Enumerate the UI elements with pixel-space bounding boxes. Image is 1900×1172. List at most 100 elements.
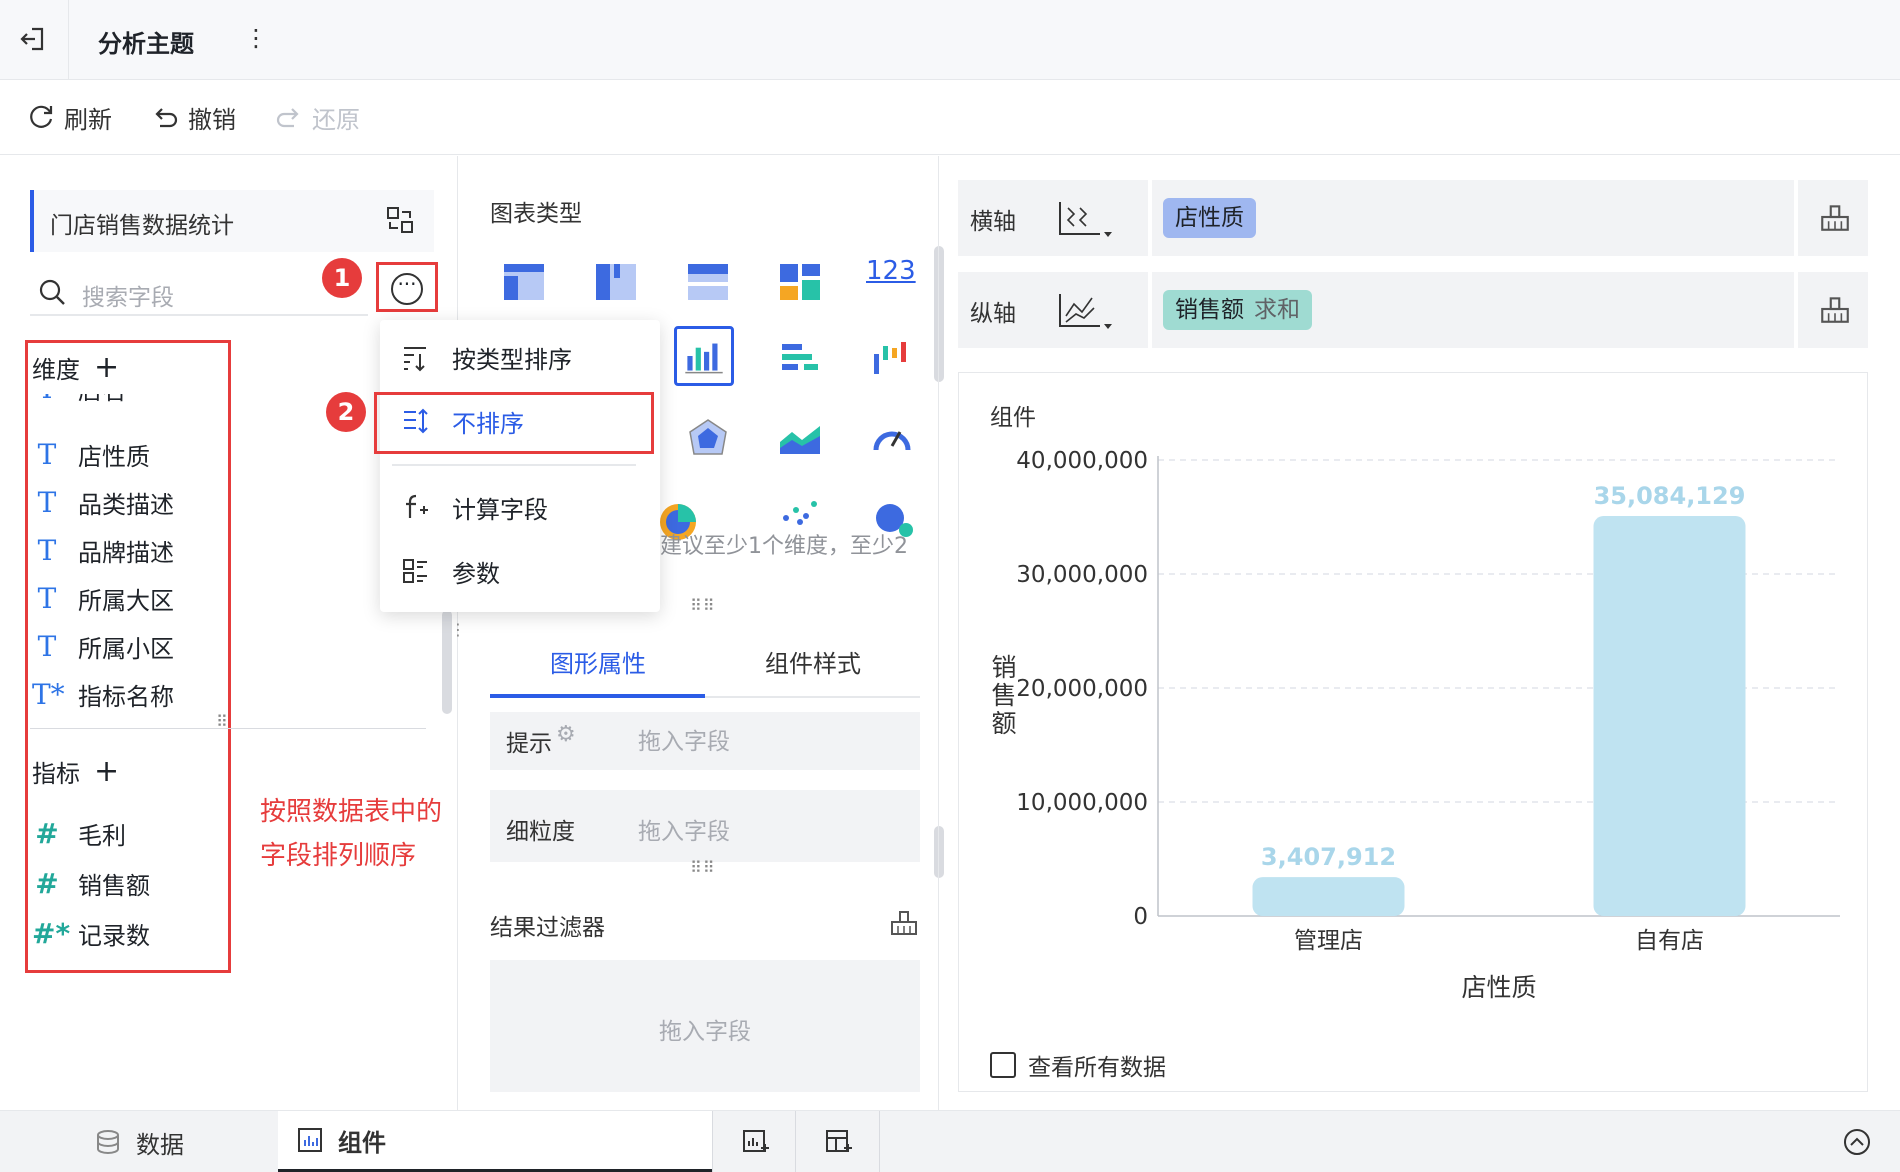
bar [1252, 877, 1405, 916]
field-more-button[interactable]: ··· [376, 262, 438, 312]
search-placeholder: 搜索字段 [82, 285, 174, 311]
add-measure-icon[interactable]: + [94, 754, 119, 789]
chart-type-scrollbar[interactable] [934, 246, 944, 382]
field-item[interactable]: T 品牌描述 [32, 526, 174, 574]
undo-icon [155, 108, 178, 128]
field-item[interactable]: T 所属小区 [32, 622, 174, 670]
tab-label: 组件 [338, 1128, 386, 1157]
menu-item-sort-by-type[interactable]: 按类型排序 [400, 332, 572, 382]
menu-item-calculated-field[interactable]: 计算字段 [400, 482, 548, 532]
field-item[interactable]: T* 指标名称 [32, 670, 174, 718]
refresh-button[interactable]: 刷新 [26, 99, 112, 135]
dashboard-grid-icon[interactable] [774, 256, 826, 308]
detail-table-icon[interactable] [682, 256, 734, 308]
granularity-label: 细粒度 [506, 819, 575, 845]
waterfall-chart-icon[interactable] [866, 334, 918, 386]
field-item[interactable]: T 所属大区 [32, 574, 174, 622]
divider [1794, 180, 1798, 256]
divider [1794, 272, 1798, 348]
search-field[interactable]: 搜索字段 [30, 270, 368, 316]
number-type-icon: # [35, 816, 59, 850]
area-chart-icon[interactable] [774, 414, 826, 466]
data-label: 3,407,912 [1261, 843, 1396, 871]
section-divider [30, 728, 426, 729]
divider [1148, 272, 1152, 348]
view-all-label: 查看所有数据 [1028, 1055, 1166, 1081]
toolbar: 刷新 撤销 还原 [0, 81, 1900, 155]
more-menu-icon[interactable]: ⋮ [244, 24, 268, 52]
clear-y-axis-icon[interactable] [1818, 292, 1852, 326]
calculated-text-icon: T* [32, 677, 65, 711]
active-tab-indicator [490, 694, 705, 698]
resize-handle[interactable]: ⠿⠿ [690, 596, 715, 615]
y-tick-label: 30,000,000 [1016, 562, 1148, 588]
resize-handle[interactable]: ⠿⠿ [690, 858, 715, 877]
annotation-box [374, 392, 654, 454]
tab-graphic-properties[interactable]: 图形属性 [550, 644, 646, 679]
field-label: 销售额 [78, 871, 150, 900]
x-axis-field-pill[interactable]: 店性质 [1163, 198, 1256, 238]
add-chart-icon [743, 1130, 769, 1152]
bar [1593, 516, 1746, 916]
gauge-chart-icon[interactable] [866, 414, 918, 466]
redo-button[interactable]: 还原 [274, 99, 360, 135]
tab-data[interactable]: 数据 [94, 1111, 184, 1172]
menu-label: 参数 [452, 559, 500, 588]
field-item[interactable]: # 毛利 [32, 808, 150, 858]
property-scrollbar[interactable] [934, 826, 944, 878]
checkbox[interactable] [990, 1052, 1016, 1078]
refresh-icon [30, 105, 53, 128]
field-label: 品类描述 [78, 490, 174, 519]
add-component-button[interactable] [712, 1111, 796, 1172]
collapse-up-icon[interactable] [1842, 1127, 1872, 1157]
x-axis-title: 店性质 [1461, 973, 1536, 1002]
dataset-name: 门店销售数据统计 [50, 213, 234, 239]
undo-button[interactable]: 撤销 [150, 99, 236, 135]
menu-label: 计算字段 [452, 495, 548, 524]
settings-icon[interactable]: ⚙ [556, 722, 576, 747]
x-axis-settings-icon[interactable] [1054, 194, 1114, 242]
sort-by-type-icon [404, 347, 426, 372]
table-chart-icon[interactable] [498, 256, 550, 308]
field-item[interactable]: T 店性质 [32, 430, 174, 478]
more-dots-icon: ··· [391, 273, 423, 305]
field-item-clipped[interactable]: T 店名 [32, 394, 212, 414]
radar-chart-icon[interactable] [682, 414, 734, 466]
field-label: 指标名称 [78, 682, 174, 711]
clear-filter-icon[interactable] [888, 906, 920, 938]
field-item[interactable]: #* 记录数 [32, 908, 150, 958]
panel-resize-handle[interactable]: ⋮ [450, 620, 467, 639]
y-tick-label: 10,000,000 [1016, 790, 1148, 816]
y-axis-settings-icon[interactable] [1054, 286, 1114, 334]
menu-item-parameter[interactable]: 参数 [400, 546, 500, 596]
dataset-selector[interactable]: 门店销售数据统计 [30, 190, 434, 252]
y-axis-field-pill[interactable]: 销售额 求和 [1163, 290, 1312, 330]
switch-dataset-icon[interactable] [384, 204, 416, 236]
result-filter-title: 结果过滤器 [490, 915, 605, 941]
selected-chart-type[interactable] [674, 326, 734, 386]
search-icon [39, 279, 65, 305]
y-axis-row: 纵轴 销售额 求和 [958, 272, 1868, 348]
y-axis-title-char: 售 [991, 681, 1016, 710]
add-dimension-icon[interactable]: + [94, 350, 119, 385]
tab-component-style[interactable]: 组件样式 [765, 644, 861, 679]
y-axis-title-char: 销 [991, 653, 1016, 682]
exit-icon[interactable] [18, 24, 48, 54]
view-all-data-toggle[interactable]: 查看所有数据 [990, 1048, 1166, 1082]
field-item[interactable]: # 销售额 [32, 858, 150, 908]
tooltip-property[interactable]: 提示 ⚙ 拖入字段 [490, 712, 920, 770]
tab-component[interactable]: 组件 [278, 1111, 712, 1172]
filter-drop-zone[interactable]: 拖入字段 [490, 960, 920, 1092]
undo-label: 撤销 [188, 105, 236, 134]
horizontal-bar-icon[interactable] [774, 334, 826, 386]
field-item[interactable]: T 品类描述 [32, 478, 174, 526]
refresh-label: 刷新 [64, 105, 112, 134]
parameter-icon [403, 559, 427, 583]
calculated-number-icon: #* [32, 916, 71, 950]
clear-x-axis-icon[interactable] [1818, 200, 1852, 234]
text-type-icon: T [37, 485, 57, 519]
add-dashboard-button[interactable] [796, 1111, 880, 1172]
kpi-number-icon[interactable]: 123 [866, 256, 916, 286]
crosstab-chart-icon[interactable] [590, 256, 642, 308]
granularity-property[interactable]: 细粒度 拖入字段 [490, 790, 920, 862]
